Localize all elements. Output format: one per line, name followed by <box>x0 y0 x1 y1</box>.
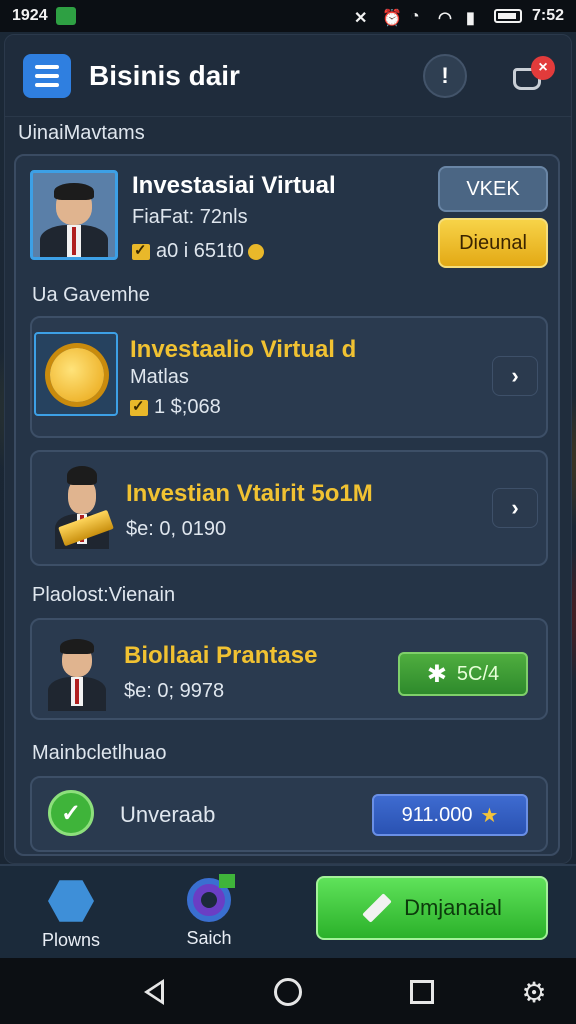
person-hat <box>66 465 98 485</box>
notification-badge: × <box>531 55 555 80</box>
star-burst-icon: ✱ <box>426 660 447 688</box>
item1-value-row: 1 $;068 <box>130 396 221 419</box>
profile-value: a0 i 651t0 <box>156 240 244 262</box>
person-tie <box>74 678 80 705</box>
item1-title: Investaalio Virtual d <box>130 336 357 363</box>
menu-button[interactable] <box>23 53 71 98</box>
back-icon <box>144 979 164 1005</box>
section-label-4: Mainbcletlhuao <box>32 742 167 764</box>
item3-title: Biollaai Prantase <box>124 642 318 669</box>
pencil-icon <box>362 893 392 923</box>
hexagon-icon <box>48 880 94 922</box>
item3-value: $e: 0; 9978 <box>124 680 225 702</box>
person-image <box>42 630 112 711</box>
recents-icon <box>410 980 434 1004</box>
nav-item-saich[interactable]: Saich <box>164 874 254 949</box>
menu-icon-line <box>35 82 59 87</box>
system-nav-bar: ⚙ <box>0 958 576 1024</box>
page-title: Bisinis dair <box>89 59 240 91</box>
manager-avatar <box>42 630 112 711</box>
item2-chevron-button[interactable]: › <box>492 488 538 528</box>
profile-value-row: a0 i 651t0 <box>132 240 264 263</box>
star-icon: ★ <box>480 804 499 827</box>
primary-green-button[interactable]: Dmjanaial <box>316 876 548 940</box>
avatar <box>30 170 118 260</box>
agent-avatar <box>50 464 114 549</box>
view-button[interactable]: VKEK <box>438 166 548 212</box>
info-button[interactable]: ! <box>423 53 467 98</box>
item4-label: Unveraab <box>120 802 216 827</box>
chevron-right-icon: › <box>511 495 519 520</box>
nav-item-plowns[interactable]: Plowns <box>26 878 116 951</box>
gear-icon: ⚙ <box>521 976 547 1008</box>
check-icon <box>130 397 148 416</box>
back-button[interactable] <box>138 976 170 1008</box>
status-bar: 1924 ✕ ⏰ ◔ ◠ ▮ 7:52 <box>0 0 576 32</box>
signal-icon: ▮ <box>465 10 475 27</box>
section-label-2: Ua Gavemhe <box>32 284 150 306</box>
primary-button-label: Dmjanaial <box>404 895 502 920</box>
item1-subtitle: Matlas <box>130 366 189 388</box>
gold-medal-icon <box>34 332 118 416</box>
item1-value: 1 $;068 <box>154 396 221 418</box>
mute-icon: ✕ <box>353 10 368 27</box>
item2-title: Investian Vtairit 5o1M <box>126 480 373 507</box>
app-header: Bisinis dair ! × <box>5 35 571 117</box>
item3-button-value: 5C/4 <box>456 662 500 685</box>
nav-item-label: Plowns <box>41 930 101 950</box>
profile-subtitle: FiaFat: 72nls <box>132 206 248 228</box>
person-image <box>33 173 115 257</box>
gold-action-button[interactable]: Dieunal <box>438 218 548 268</box>
ring-icon <box>187 874 235 922</box>
trend-check-icon: ✓ <box>48 790 94 836</box>
person-hair <box>60 639 94 655</box>
item2-value: $e: 0, 0190 <box>126 518 227 540</box>
status-time-left: 1924 <box>12 7 48 24</box>
chevron-right-icon: › <box>511 363 519 388</box>
battery-icon <box>493 9 522 23</box>
info-icon: ! <box>441 62 449 88</box>
sun-emblem <box>50 348 104 402</box>
app-notification-icon <box>55 7 76 25</box>
section-label-1: UinaiMavtams <box>18 122 145 144</box>
recents-button[interactable] <box>406 976 438 1008</box>
check-icon <box>132 241 150 260</box>
sync-icon: ◔ <box>409 8 420 25</box>
settings-button[interactable]: ⚙ <box>518 976 550 1008</box>
menu-icon <box>35 64 59 69</box>
item3-green-button[interactable]: ✱ 5C/4 <box>398 652 528 696</box>
person-hair <box>54 183 94 200</box>
status-time-right: 7:52 <box>531 7 564 24</box>
profile-title: Investasiai Virtual <box>132 172 336 199</box>
section-label-3: Plaolost:Vienain <box>32 584 176 606</box>
alarm-icon: ⏰ <box>381 10 402 27</box>
menu-icon-line <box>35 73 59 78</box>
home-icon <box>274 978 302 1006</box>
notification-button[interactable]: × <box>509 54 555 98</box>
wifi-icon: ◠ <box>437 10 452 27</box>
home-button[interactable] <box>272 976 304 1008</box>
coin-icon <box>247 243 264 260</box>
nav-item-label: Saich <box>186 928 232 948</box>
tick-badge-icon <box>219 874 235 888</box>
item4-value-button[interactable]: 911.000 ★ <box>372 794 528 836</box>
item1-chevron-button[interactable]: › <box>492 356 538 396</box>
item4-value: 911.000 <box>401 803 473 826</box>
person-tie <box>71 226 77 256</box>
